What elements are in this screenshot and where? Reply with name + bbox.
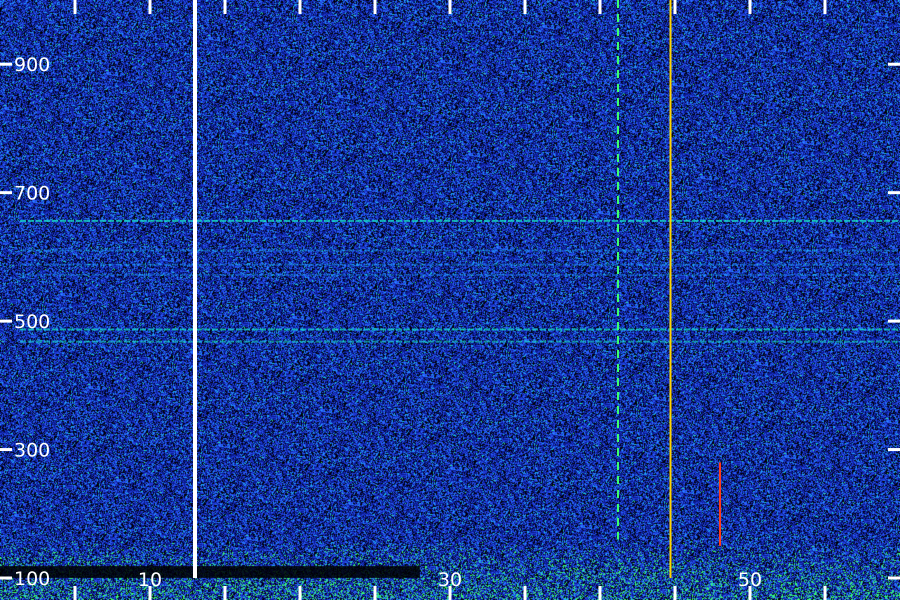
x-tick-label-2: 50 <box>738 569 762 591</box>
y-tick-label-4: 900 <box>14 54 50 76</box>
y-tick-label-0: 100 <box>14 568 50 590</box>
x-tick-label-0: 10 <box>138 569 162 591</box>
chart-overlay: 100 300 500 700 900 10 30 50 <box>0 0 900 600</box>
axis-ticks <box>0 0 900 600</box>
y-tick-label-2: 500 <box>14 311 50 333</box>
y-tick-label-3: 700 <box>14 183 50 205</box>
chart-marks <box>20 0 900 578</box>
y-tick-label-1: 300 <box>14 440 50 462</box>
x-tick-label-1: 30 <box>438 569 462 591</box>
tick-labels: 100 300 500 700 900 10 30 50 <box>14 54 762 591</box>
